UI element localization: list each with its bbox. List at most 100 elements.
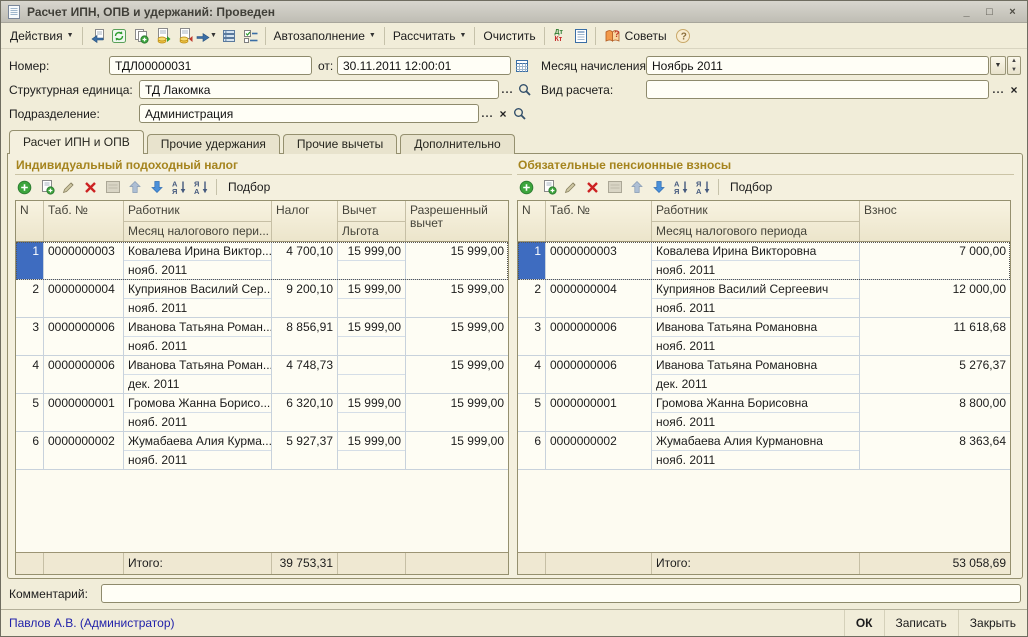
calendar-button[interactable] (513, 56, 530, 75)
col-tab-no[interactable]: Таб. № (44, 201, 124, 241)
statusbar-button[interactable]: Закрыть (958, 610, 1027, 636)
tab[interactable]: Дополнительно (400, 134, 514, 154)
autofill-menu-button[interactable]: Автозаполнение▼ (269, 27, 381, 45)
employee-cell[interactable]: Иванова Татьяна Роман... дек. 2011 (124, 356, 272, 393)
row-number-cell[interactable]: 3 (518, 318, 546, 355)
contribution-cell[interactable]: 7 000,00 (860, 242, 1010, 279)
col-tab-no[interactable]: Таб. № (546, 201, 652, 241)
allowed-cell[interactable]: 15 999,00 (406, 432, 508, 469)
contribution-cell[interactable]: 8 800,00 (860, 394, 1010, 431)
table-row[interactable]: 3 0000000006 Иванова Татьяна Роман... но… (16, 318, 508, 356)
tab[interactable]: Расчет ИПН и ОПВ (9, 130, 144, 154)
move-up-button[interactable] (126, 179, 143, 196)
statusbar-button[interactable]: ОК (844, 610, 884, 636)
deduction-cell[interactable]: 15 999,00 (338, 318, 406, 355)
row-number-cell[interactable]: 2 (518, 280, 546, 317)
month-spinner[interactable]: ▲▼ (1007, 56, 1021, 75)
table-row[interactable]: 6 0000000002 Жумабаева Алия Курма... ноя… (16, 432, 508, 470)
tax-cell[interactable]: 8 856,91 (272, 318, 338, 355)
table-row[interactable]: 2 0000000004 Куприянов Василий Сер... но… (16, 280, 508, 318)
tab-no-cell[interactable]: 0000000001 (44, 394, 124, 431)
row-number-cell[interactable]: 3 (16, 318, 44, 355)
tab[interactable]: Прочие вычеты (283, 134, 397, 154)
comment-input[interactable] (101, 584, 1021, 603)
copy-row-button[interactable] (540, 179, 557, 196)
month-input[interactable] (646, 56, 989, 75)
goto-button[interactable]: ▼ (196, 26, 218, 46)
calctype-clear-button[interactable]: × (1007, 80, 1021, 99)
department-open-button[interactable] (511, 104, 527, 123)
tab-no-cell[interactable]: 0000000004 (546, 280, 652, 317)
tab-no-cell[interactable]: 0000000004 (44, 280, 124, 317)
table-row[interactable]: 5 0000000001 Громова Жанна Борисо... ноя… (16, 394, 508, 432)
copy-button[interactable] (130, 26, 152, 46)
table-row[interactable]: 5 0000000001 Громова Жанна Борисовна ноя… (518, 394, 1010, 432)
month-dropdown-button[interactable]: ▼ (990, 56, 1006, 75)
number-input[interactable] (109, 56, 312, 75)
refresh-button[interactable] (108, 26, 130, 46)
employee-cell[interactable]: Громова Жанна Борисо... нояб. 2011 (124, 394, 272, 431)
journal-button[interactable] (570, 26, 592, 46)
col-n[interactable]: N (518, 201, 546, 241)
sort-asc-button[interactable]: АЯ (170, 179, 187, 196)
contribution-cell[interactable]: 5 276,37 (860, 356, 1010, 393)
delete-row-button[interactable] (584, 179, 601, 196)
close-icon[interactable]: × (1004, 4, 1021, 19)
edit-row-button[interactable] (60, 179, 77, 196)
table-row[interactable]: 3 0000000006 Иванова Татьяна Романовна н… (518, 318, 1010, 356)
deduction-cell[interactable]: 15 999,00 (338, 280, 406, 317)
date-input[interactable] (337, 56, 511, 75)
maximize-icon[interactable]: □ (981, 4, 998, 19)
table-row[interactable]: 4 0000000006 Иванова Татьяна Роман... де… (16, 356, 508, 394)
col-allowed[interactable]: Разрешенный вычет (406, 201, 508, 241)
end-edit-button[interactable] (606, 179, 623, 196)
allowed-cell[interactable]: 15 999,00 (406, 356, 508, 393)
col-tax[interactable]: Налог (272, 201, 338, 241)
tab-no-cell[interactable]: 0000000001 (546, 394, 652, 431)
employee-cell[interactable]: Ковалева Ирина Виктор... нояб. 2011 (124, 242, 272, 279)
deduction-cell[interactable]: 15 999,00 (338, 394, 406, 431)
pick-button[interactable]: Подбор (726, 180, 776, 194)
department-input[interactable] (139, 104, 479, 123)
employee-cell[interactable]: Жумабаева Алия Курма... нояб. 2011 (124, 432, 272, 469)
tax-cell[interactable]: 9 200,10 (272, 280, 338, 317)
tab-no-cell[interactable]: 0000000006 (546, 356, 652, 393)
row-number-cell[interactable]: 4 (518, 356, 546, 393)
tax-cell[interactable]: 5 927,37 (272, 432, 338, 469)
allowed-cell[interactable]: 15 999,00 (406, 242, 508, 279)
employee-cell[interactable]: Жумабаева Алия Курмановна нояб. 2011 (652, 432, 860, 469)
actions-menu-button[interactable]: Действия▼ (5, 27, 79, 45)
row-number-cell[interactable]: 5 (16, 394, 44, 431)
edit-row-button[interactable] (562, 179, 579, 196)
move-down-button[interactable] (650, 179, 667, 196)
calculate-menu-button[interactable]: Рассчитать▼ (388, 27, 472, 45)
clear-button[interactable]: Очистить (478, 27, 540, 45)
row-number-cell[interactable]: 4 (16, 356, 44, 393)
calctype-input[interactable] (646, 80, 989, 99)
col-deduction[interactable]: Вычет Льгота (338, 201, 406, 241)
tax-cell[interactable]: 4 748,73 (272, 356, 338, 393)
tips-button[interactable]: ?Советы (599, 26, 672, 46)
tax-cell[interactable]: 6 320,10 (272, 394, 338, 431)
add-row-button[interactable] (16, 179, 33, 196)
allowed-cell[interactable]: 15 999,00 (406, 394, 508, 431)
department-select-button[interactable]: ... (480, 104, 495, 123)
unit-select-button[interactable]: ... (500, 80, 515, 99)
pick-button[interactable]: Подбор (224, 180, 274, 194)
dtkt-button[interactable]: ДтКт (548, 26, 570, 46)
row-number-cell[interactable]: 6 (518, 432, 546, 469)
unit-open-button[interactable] (516, 80, 532, 99)
move-down-button[interactable] (148, 179, 165, 196)
unit-input[interactable] (139, 80, 499, 99)
copy-row-button[interactable] (38, 179, 55, 196)
tab-no-cell[interactable]: 0000000006 (546, 318, 652, 355)
end-edit-button[interactable] (104, 179, 121, 196)
department-clear-button[interactable]: × (496, 104, 510, 123)
row-number-cell[interactable]: 1 (518, 242, 546, 279)
deduction-cell[interactable] (338, 356, 406, 393)
statusbar-button[interactable]: Записать (884, 610, 958, 636)
row-number-cell[interactable]: 1 (16, 242, 44, 279)
table-row[interactable]: 6 0000000002 Жумабаева Алия Курмановна н… (518, 432, 1010, 470)
tab-no-cell[interactable]: 0000000006 (44, 318, 124, 355)
sort-asc-button[interactable]: АЯ (672, 179, 689, 196)
